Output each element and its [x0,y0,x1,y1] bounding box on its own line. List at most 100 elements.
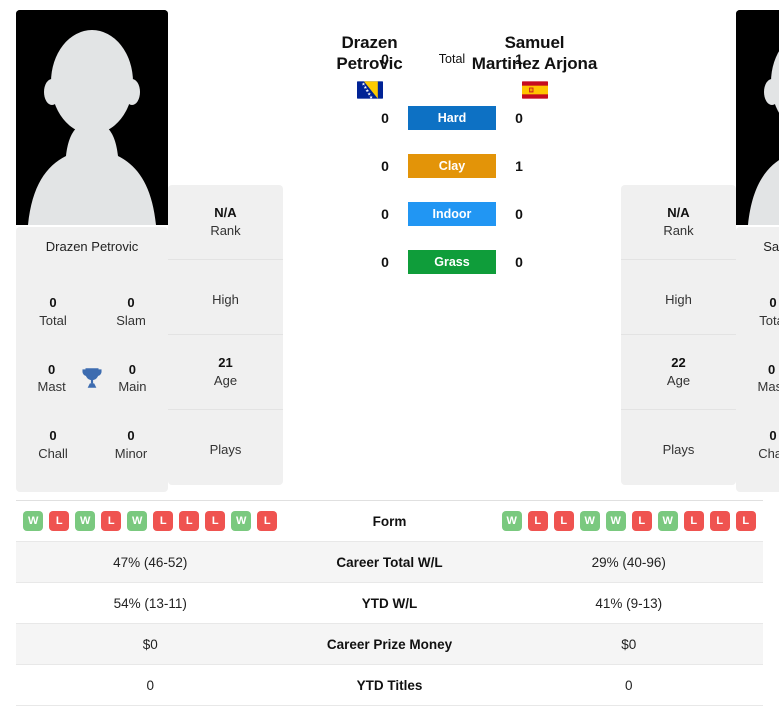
form-badge-loss: L [179,511,200,531]
form-badge-loss: L [527,511,548,531]
title-stat-value: 0 [767,361,776,377]
left-info-card: N/A Rank High 21 Age Plays [168,185,283,485]
left-player-column: Drazen Petrovic 0 Total 0 Slam 0 Mast 0 … [16,10,168,492]
form-badge-win: W [579,511,600,531]
right-player-photo[interactable] [736,10,779,225]
grass-score-left: 0 [381,254,389,270]
form-badge-loss: L [553,511,574,531]
right-info-column: N/A Rank High 22 Age Plays [621,185,736,485]
form-badge-win: W [23,511,44,531]
title-stat-minor: 0 Minor [108,427,154,463]
player-names-row: Drazen Petrovic 0 Total 1 Samuel Martine… [287,10,617,106]
surface-badge-indoor[interactable]: Indoor [408,202,496,226]
stat-row-ytd-wl: 54% (13-11) YTD W/L 41% (9-13) [16,583,763,624]
form-badge-win: W [75,511,96,531]
left-career-total-wl: 47% (46-52) [113,554,188,570]
right-titles-grid: 0 Total 0 Slam 0 Mast [744,273,779,478]
title-stat-label: Total [759,313,779,329]
left-career-prize-money: $0 [142,636,158,652]
titles-row: 0 Mast [24,361,160,397]
stat-row-career-prize-money: $0 Career Prize Money $0 [16,624,763,665]
title-stat-mast: 0 Mast [30,361,73,397]
flag-spain-icon [521,80,548,99]
right-info-card: N/A Rank High 22 Age Plays [621,185,736,485]
indoor-score-left: 0 [381,206,389,222]
title-stat-chall: 0 Chall [750,427,779,463]
left-player-card-name: Drazen Petrovic [45,239,139,254]
title-stat-value: 0 [127,427,135,443]
form-badge-win: W [127,511,148,531]
right-form-badges: WLLWWLWLLL [495,511,764,531]
surface-badge-grass[interactable]: Grass [408,250,496,274]
right-form-cell: WLLWWLWLLL [495,511,764,531]
left-age-value: 21 [218,354,233,370]
surface-row-grass: 0 Grass 0 [374,250,530,274]
form-badge-win: W [657,511,678,531]
right-ytd-titles: 0 [624,677,633,693]
right-player-card-name: Samuel Martinez Arjona [763,239,779,254]
form-badge-win: W [605,511,626,531]
form-badge-loss: L [709,511,730,531]
stat-row-form: WLWLWLLLWL Form WLLWWLWLLL [16,501,763,542]
surface-label-total: Total [438,52,466,66]
left-ytd-wl: 54% (13-11) [113,595,187,611]
right-player-column: Samuel Martinez Arjona 0 Total 0 Slam [736,10,779,492]
title-stat-value: 0 [769,295,777,311]
right-high-cell: High [621,260,736,335]
form-badge-loss: L [205,511,226,531]
surface-badge-clay[interactable]: Clay [408,154,496,178]
right-career-total-wl: 29% (40-96) [591,554,666,570]
avatar-placeholder-icon [16,10,168,225]
surface-badge-hard[interactable]: Hard [408,106,496,130]
right-age-cell: 22 Age [621,335,736,410]
center-column: Drazen Petrovic 0 Total 1 Samuel Martine… [283,10,621,274]
form-badge-loss: L [735,511,756,531]
form-badge-loss: L [101,511,122,531]
trophy-icon-glyph [82,368,102,389]
titles-row: 0 Chall 0 Minor [24,427,160,463]
titles-row: 0 Total 0 Slam [24,294,160,330]
left-age-cell: 21 Age [168,335,283,410]
title-stat-label: Slam [116,313,146,329]
comparison-header: Drazen Petrovic 0 Total 0 Slam 0 Mast 0 … [0,0,779,492]
title-stat-mast: 0 Mast [750,361,779,397]
surface-row-clay: 0 Clay 1 [374,154,530,178]
clay-score-right: 1 [515,158,523,174]
stat-label-career-total-wl: Career Total W/L [336,554,443,570]
left-high-label: High [212,291,239,307]
right-rank-value: N/A [667,204,690,220]
flag-bosnia-herzegovina-icon [356,80,383,99]
right-age-value: 22 [671,354,686,370]
right-career-prize-money: $0 [621,636,637,652]
right-high-label: High [665,291,692,307]
left-ytd-titles: 0 [146,677,154,693]
stat-row-ytd-titles: 0 YTD Titles 0 [16,665,763,706]
stat-label-ytd-titles: YTD Titles [356,677,423,693]
avatar-placeholder-icon [736,10,779,225]
total-score-row: 0 Total 1 [374,50,530,68]
hard-score-left: 0 [381,110,389,126]
left-age-label: Age [213,373,238,388]
title-stat-label: Main [118,379,147,395]
surface-breakdown-list: 0 Hard 0 0 Clay 1 0 Indoor 0 0 Grass 0 [287,106,617,274]
title-stat-label: Mast [757,379,779,395]
title-stat-label: Chall [758,445,779,461]
form-badge-loss: L [153,511,174,531]
form-badge-win: W [501,511,522,531]
titles-row: 0 Mast [744,361,779,397]
form-badge-loss: L [257,511,278,531]
trophy-icon [73,365,111,391]
title-stat-value: 0 [769,427,777,443]
title-stat-value: 0 [49,427,57,443]
surface-row-hard: 0 Hard 0 [374,106,530,130]
grass-score-right: 0 [515,254,523,270]
form-badge-loss: L [631,511,652,531]
right-ytd-wl: 41% (9-13) [595,595,663,611]
left-player-photo[interactable] [16,10,168,225]
right-plays-cell: Plays [621,410,736,485]
right-rank-cell: N/A Rank [621,185,736,260]
right-plays-label: Plays [662,442,695,458]
left-plays-cell: Plays [168,410,283,485]
title-stat-value: 0 [47,361,56,377]
stats-comparison-table: WLWLWLLLWL Form WLLWWLWLLL 47% (46-52) C… [16,500,763,706]
